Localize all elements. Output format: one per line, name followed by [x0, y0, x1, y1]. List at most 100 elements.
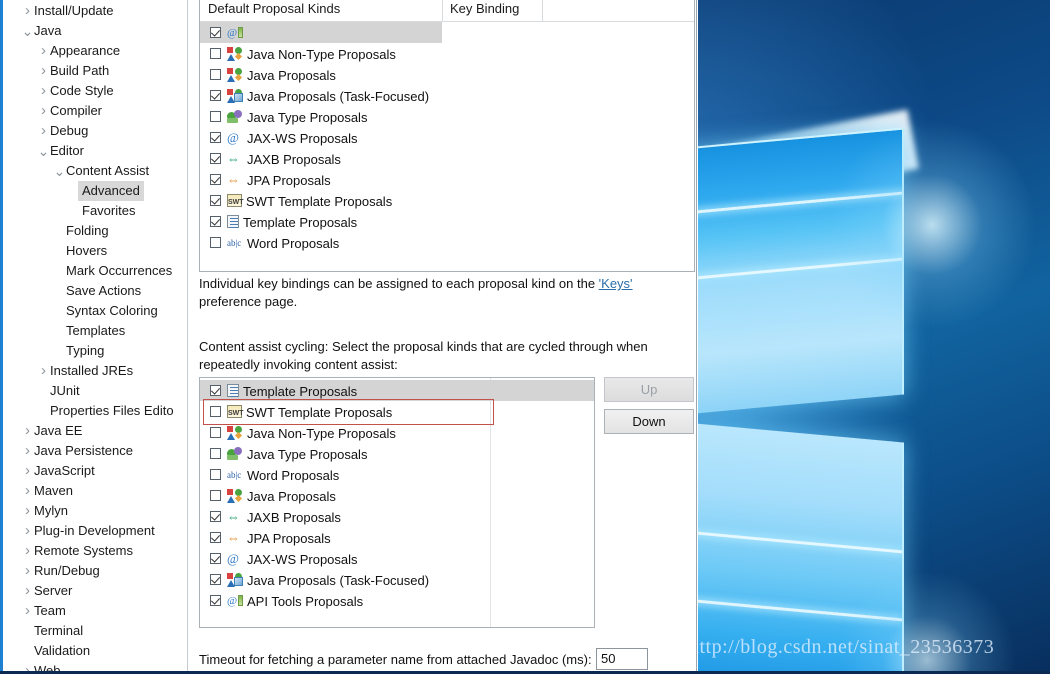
sidebar-item-hovers[interactable]: Hovers — [7, 240, 187, 260]
default-proposal-kinds-table[interactable]: Default Proposal Kinds Key Binding @API … — [199, 0, 695, 272]
sidebar-item-maven[interactable]: › Maven — [7, 480, 187, 500]
sidebar-item-properties-files-edito[interactable]: Properties Files Edito — [7, 400, 187, 420]
sidebar-item-terminal[interactable]: Terminal — [7, 620, 187, 640]
sidebar-item-syntax-coloring[interactable]: Syntax Coloring — [7, 300, 187, 320]
preferences-tree[interactable]: › Install/Update ⌄Java › Appearance › Build Pa… — [7, 0, 188, 671]
row-checkbox[interactable] — [210, 448, 221, 460]
sidebar-item-save-actions[interactable]: Save Actions — [7, 280, 187, 300]
table-row[interactable]: @API Tools Proposals — [200, 22, 694, 43]
chevron-right-icon[interactable]: › — [37, 61, 50, 81]
list-item[interactable]: Java Non-Type Proposals — [200, 422, 594, 443]
sidebar-item-mylyn[interactable]: › Mylyn — [7, 500, 187, 520]
chevron-right-icon[interactable]: › — [37, 101, 50, 121]
chevron-right-icon[interactable]: › — [21, 581, 34, 601]
sidebar-item-content-assist[interactable]: ⌄Content Assist — [7, 160, 187, 180]
chevron-right-icon[interactable]: › — [21, 441, 34, 461]
table-row[interactable]: Java Non-Type Proposals — [200, 43, 694, 64]
chevron-right-icon[interactable]: › — [21, 541, 34, 561]
keys-preference-link[interactable]: 'Keys' — [599, 276, 633, 291]
sidebar-item-junit[interactable]: JUnit — [7, 380, 187, 400]
sidebar-item-install-update[interactable]: › Install/Update — [7, 0, 187, 20]
row-checkbox[interactable] — [210, 90, 221, 102]
row-checkbox[interactable] — [210, 216, 221, 228]
sidebar-item-java[interactable]: ⌄Java — [7, 20, 187, 40]
row-checkbox[interactable] — [210, 237, 221, 249]
sidebar-item-typing[interactable]: Typing — [7, 340, 187, 360]
sidebar-item-favorites[interactable]: Favorites — [7, 200, 187, 220]
table-row[interactable]: SWT SWT Template Proposals — [200, 190, 694, 211]
row-checkbox[interactable] — [210, 48, 221, 60]
row-checkbox[interactable] — [210, 490, 221, 502]
row-checkbox[interactable] — [210, 153, 221, 165]
column-header-default-proposal-kinds[interactable]: Default Proposal Kinds — [208, 1, 340, 16]
chevron-right-icon[interactable]: › — [21, 461, 34, 481]
chevron-down-icon[interactable]: ⌄ — [53, 164, 66, 178]
sidebar-item-build-path[interactable]: › Build Path — [7, 60, 187, 80]
chevron-right-icon[interactable]: › — [37, 121, 50, 141]
row-checkbox[interactable] — [210, 132, 221, 144]
chevron-down-icon[interactable]: ⌄ — [21, 24, 34, 38]
sidebar-item-java-ee[interactable]: › Java EE — [7, 420, 187, 440]
sidebar-item-plug-in-development[interactable]: › Plug-in Development — [7, 520, 187, 540]
list-item[interactable]: ⇔ JAXB Proposals — [200, 506, 594, 527]
table-row[interactable]: @ JAX-WS Proposals — [200, 127, 694, 148]
chevron-right-icon[interactable]: › — [21, 1, 34, 21]
sidebar-item-server[interactable]: › Server — [7, 580, 187, 600]
table-row[interactable]: ab|c Word Proposals — [200, 232, 694, 253]
list-item[interactable]: Java Type Proposals — [200, 443, 594, 464]
chevron-right-icon[interactable]: › — [37, 361, 50, 381]
column-header-key-binding[interactable]: Key Binding — [450, 1, 519, 16]
sidebar-item-debug[interactable]: › Debug — [7, 120, 187, 140]
sidebar-item-team[interactable]: › Team — [7, 600, 187, 620]
chevron-right-icon[interactable]: › — [21, 521, 34, 541]
list-item[interactable]: SWT SWT Template Proposals — [200, 401, 594, 422]
list-item[interactable]: Java Proposals (Task-Focused) — [200, 569, 594, 590]
row-checkbox[interactable] — [210, 511, 221, 523]
row-checkbox[interactable] — [210, 574, 221, 586]
table-row[interactable]: ⇔ JPA Proposals — [200, 169, 694, 190]
row-checkbox[interactable] — [210, 553, 221, 565]
sidebar-item-javascript[interactable]: › JavaScript — [7, 460, 187, 480]
row-checkbox[interactable] — [210, 69, 221, 81]
row-checkbox[interactable] — [210, 406, 221, 418]
sidebar-item-validation[interactable]: Validation — [7, 640, 187, 660]
sidebar-item-folding[interactable]: Folding — [7, 220, 187, 240]
row-checkbox[interactable] — [210, 385, 221, 397]
sidebar-item-advanced[interactable]: Advanced — [7, 180, 187, 201]
sidebar-item-installed-jres[interactable]: › Installed JREs — [7, 360, 187, 380]
sidebar-item-remote-systems[interactable]: › Remote Systems — [7, 540, 187, 560]
move-down-button[interactable]: Down — [604, 409, 694, 434]
list-item[interactable]: ⇔ JPA Proposals — [200, 527, 594, 548]
sidebar-item-mark-occurrences[interactable]: Mark Occurrences — [7, 260, 187, 280]
list-item[interactable]: Java Proposals — [200, 485, 594, 506]
chevron-right-icon[interactable]: › — [37, 81, 50, 101]
javadoc-timeout-input[interactable]: 50 — [596, 648, 648, 670]
chevron-down-icon[interactable]: ⌄ — [37, 144, 50, 158]
list-item[interactable]: ab|c Word Proposals — [200, 464, 594, 485]
chevron-right-icon[interactable]: › — [21, 661, 34, 671]
sidebar-item-appearance[interactable]: › Appearance — [7, 40, 187, 60]
row-checkbox[interactable] — [210, 111, 221, 123]
row-checkbox[interactable] — [210, 532, 221, 544]
content-assist-cycling-table[interactable]: Template Proposals SWT SWT Template Propos… — [199, 377, 595, 628]
table-row[interactable]: ⇔ JAXB Proposals — [200, 148, 694, 169]
sidebar-item-compiler[interactable]: › Compiler — [7, 100, 187, 120]
row-checkbox[interactable] — [210, 595, 221, 607]
list-item[interactable]: @ API Tools Proposals — [200, 590, 594, 611]
sidebar-item-templates[interactable]: Templates — [7, 320, 187, 340]
list-item[interactable]: Template Proposals — [200, 380, 594, 401]
chevron-right-icon[interactable]: › — [21, 421, 34, 441]
sidebar-item-run-debug[interactable]: › Run/Debug — [7, 560, 187, 580]
row-checkbox[interactable] — [210, 174, 221, 186]
table-row[interactable]: Java Type Proposals — [200, 106, 694, 127]
table-row[interactable]: Template Proposals — [200, 211, 694, 232]
table-row[interactable]: Java Proposals (Task-Focused) — [200, 85, 694, 106]
chevron-right-icon[interactable]: › — [21, 501, 34, 521]
sidebar-item-code-style[interactable]: › Code Style — [7, 80, 187, 100]
chevron-right-icon[interactable]: › — [37, 41, 50, 61]
sidebar-item-web[interactable]: › Web — [7, 660, 187, 671]
chevron-right-icon[interactable]: › — [21, 481, 34, 501]
row-checkbox[interactable] — [210, 195, 221, 207]
move-up-button[interactable]: Up — [604, 377, 694, 402]
sidebar-item-editor[interactable]: ⌄Editor — [7, 140, 187, 160]
